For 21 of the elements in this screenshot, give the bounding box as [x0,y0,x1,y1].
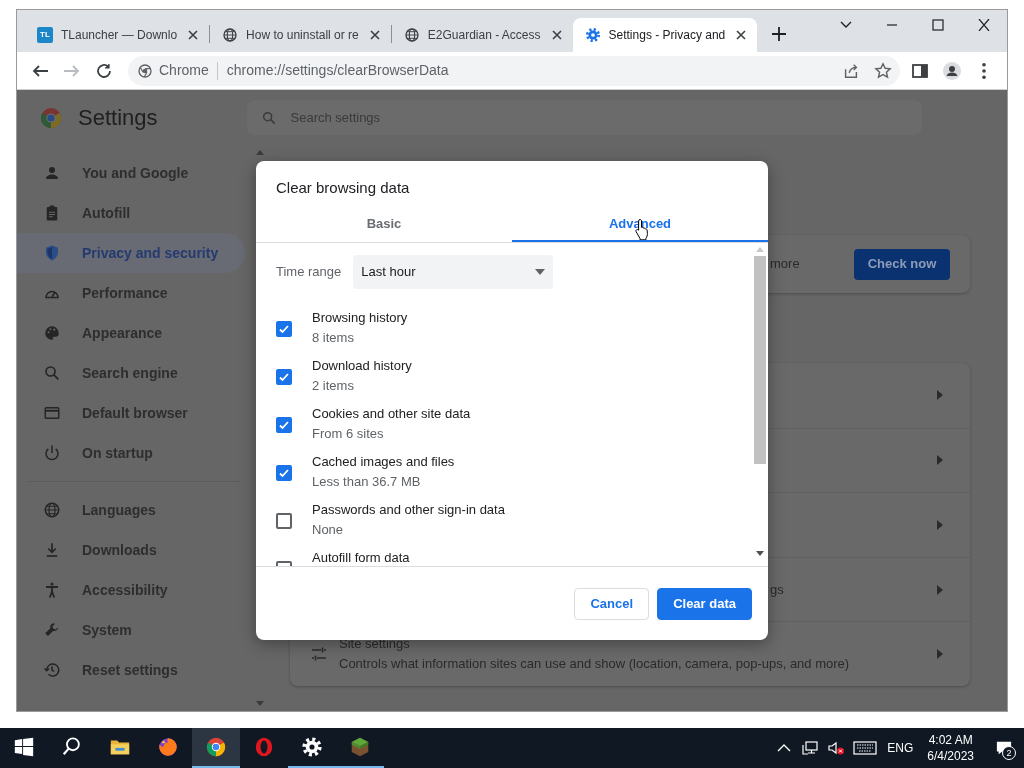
option-detail: Less than 36.7 MB [312,474,422,490]
notification-count: 2 [1002,746,1016,760]
tab-logo: TL [37,27,53,43]
url-text: chrome://settings/clearBrowserData [226,61,449,80]
option-label: Cached images and files [312,454,455,470]
card-text: more [770,255,800,274]
option-label: Autofill form data [312,550,410,566]
field-label: Time range [276,263,342,282]
site-label: Chrome [159,61,209,80]
option-detail: 8 items [312,330,355,346]
row-description: Controls what information sites can use and show (location, camera, pop-ups, and more) [339,655,850,674]
option-label: Cookies and other site data [312,406,471,422]
row-text: gs [770,580,784,599]
option-label: Browsing history [312,310,408,326]
option-label: Passwords and other sign-in data [312,502,505,518]
option-label: Download history [312,358,412,374]
option-detail: 2 items [312,378,355,394]
page-title: Settings [78,104,158,132]
dialog-title: Clear browsing data [275,178,411,198]
option-detail: None [312,522,345,538]
option-detail: From 6 sites [312,426,385,442]
